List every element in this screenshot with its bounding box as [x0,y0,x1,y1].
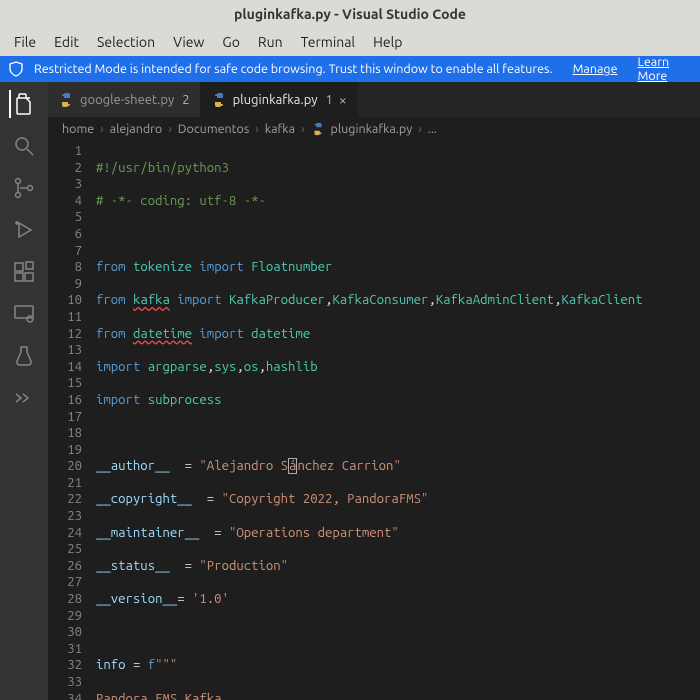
code-editor[interactable]: 1234567891011121314151617181920212223242… [48,141,700,700]
menu-help[interactable]: Help [365,31,410,53]
menu-file[interactable]: File [6,31,44,53]
menu-run[interactable]: Run [250,31,291,53]
chevron-right-icon: › [100,122,104,136]
manage-link[interactable]: Manage [573,62,618,76]
python-file-icon [58,92,74,108]
tab-label: google-sheet.py [80,93,174,107]
tab-google-sheet[interactable]: google-sheet.py 2 [48,82,201,117]
learn-more-link[interactable]: Learn More [638,55,692,83]
extensions-icon[interactable] [10,258,38,286]
banner-text: Restricted Mode is intended for safe cod… [34,62,553,76]
window-title: pluginkafka.py - Visual Studio Code [234,6,466,22]
breadcrumb-item[interactable]: ... [428,122,437,136]
breadcrumb-item[interactable]: Documentos [178,122,250,136]
restricted-mode-banner: Restricted Mode is intended for safe cod… [0,56,700,82]
code-content[interactable]: #!/usr/bin/python3 # -*- coding: utf-8 -… [96,141,700,700]
menu-view[interactable]: View [165,31,212,53]
menu-selection[interactable]: Selection [89,31,163,53]
tab-label: pluginkafka.py [233,93,318,107]
breadcrumb-item[interactable]: alejandro [110,122,163,136]
tab-pluginkafka[interactable]: pluginkafka.py 1 × [201,82,358,117]
line-number-gutter: 1234567891011121314151617181920212223242… [48,141,96,700]
breadcrumb-item[interactable]: home [62,122,94,136]
editor-tabs: google-sheet.py 2 pluginkafka.py 1 × [48,82,700,117]
menu-go[interactable]: Go [214,31,247,53]
close-icon[interactable]: × [339,92,347,108]
breadcrumb-item[interactable]: pluginkafka.py [331,122,413,136]
breadcrumb-item[interactable]: kafka [265,122,295,136]
chevron-right-icon: › [255,122,259,136]
python-file-icon [311,122,325,136]
activity-bar [0,82,48,700]
chevron-right-icon: › [301,122,305,136]
explorer-icon[interactable] [9,90,37,118]
testing-icon[interactable] [10,342,38,370]
window-titlebar: pluginkafka.py - Visual Studio Code [0,0,700,28]
chevron-right-icon: › [168,122,172,136]
source-control-icon[interactable] [10,174,38,202]
tab-dirty-indicator: 1 [326,93,333,107]
run-debug-icon[interactable] [10,216,38,244]
python-file-icon [211,92,227,108]
shield-icon [8,61,24,77]
breadcrumb[interactable]: home › alejandro › Documentos › kafka › plug… [48,117,700,141]
tab-dirty-indicator: 2 [182,93,189,107]
menu-terminal[interactable]: Terminal [293,31,364,53]
menu-edit[interactable]: Edit [46,31,87,53]
search-icon[interactable] [10,132,38,160]
menubar: File Edit Selection View Go Run Terminal… [0,28,700,56]
remote-explorer-icon[interactable] [10,300,38,328]
ssh-remote-icon[interactable] [10,384,38,412]
chevron-right-icon: › [418,122,422,136]
